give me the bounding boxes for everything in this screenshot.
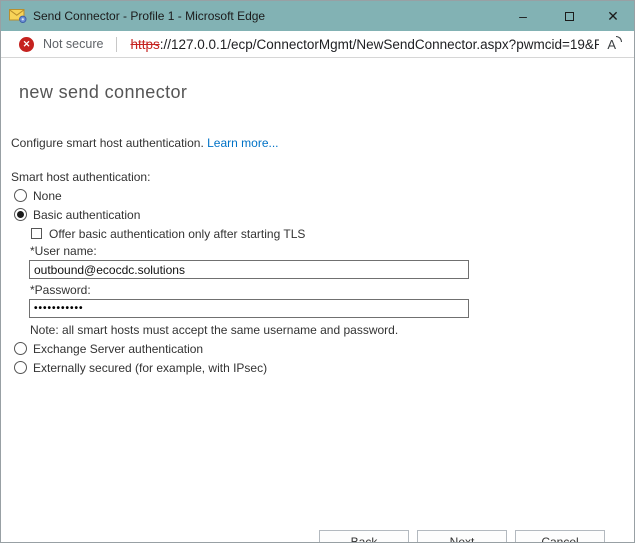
url-text[interactable]: https://127.0.0.1/ecp/ConnectorMgmt/NewS… [130, 37, 599, 52]
checkbox-label: Offer basic authentication only after st… [49, 227, 305, 241]
radio-label: Externally secured (for example, with IP… [33, 361, 267, 375]
address-bar: ✕ Not secure https://127.0.0.1/ecp/Conne… [1, 31, 634, 58]
wizard-footer-buttons: Back Next Cancel [319, 530, 605, 543]
page-title: new send connector [19, 82, 634, 102]
smart-host-note: Note: all smart hosts must accept the sa… [30, 323, 634, 337]
radio-option-exchange-server-authentication[interactable]: Exchange Server authentication [14, 341, 634, 356]
intro-line: Configure smart host authentication. Lea… [11, 136, 634, 150]
minimize-icon: – [519, 8, 527, 24]
not-secure-x-glyph: ✕ [23, 39, 31, 50]
radio-label: None [33, 189, 62, 203]
back-button[interactable]: Back [319, 530, 409, 543]
radio-label: Exchange Server authentication [33, 342, 203, 356]
username-label: *User name: [30, 244, 634, 258]
smart-host-auth-label: Smart host authentication: [11, 170, 634, 184]
minimize-button[interactable]: – [500, 1, 546, 31]
window-controls: – ✕ [500, 1, 634, 31]
close-button[interactable]: ✕ [592, 1, 634, 31]
url-rest: ://127.0.0.1/ecp/ConnectorMgmt/NewSendCo… [160, 37, 600, 52]
learn-more-link[interactable]: Learn more... [207, 136, 278, 150]
intro-text: Configure smart host authentication. [11, 136, 204, 150]
password-label: *Password: [30, 283, 634, 297]
close-icon: ✕ [607, 8, 619, 25]
radio-option-basic-authentication[interactable]: Basic authentication [14, 207, 634, 222]
offer-basic-auth-tls-checkbox[interactable]: Offer basic authentication only after st… [31, 227, 634, 240]
browser-window: Send Connector - Profile 1 - Microsoft E… [0, 0, 635, 543]
window-title: Send Connector - Profile 1 - Microsoft E… [33, 9, 265, 23]
radio-label: Basic authentication [33, 208, 140, 222]
radio-icon [14, 189, 27, 202]
radio-icon [14, 342, 27, 355]
radio-option-none[interactable]: None [14, 188, 634, 203]
password-input[interactable] [29, 299, 469, 318]
address-divider [116, 37, 117, 52]
title-bar: Send Connector - Profile 1 - Microsoft E… [1, 1, 634, 31]
radio-icon [14, 361, 27, 374]
maximize-icon [565, 12, 574, 21]
page-content: new send connector Configure smart host … [1, 82, 634, 543]
radio-selected-icon [14, 208, 27, 221]
not-secure-icon[interactable]: ✕ [19, 37, 34, 52]
next-button[interactable]: Next [417, 530, 507, 543]
send-connector-app-icon [9, 9, 27, 23]
url-scheme: https [130, 37, 159, 52]
not-secure-label[interactable]: Not secure [43, 37, 103, 51]
read-aloud-icon[interactable]: A [607, 37, 622, 52]
cancel-button[interactable]: Cancel [515, 530, 605, 543]
username-input[interactable] [29, 260, 469, 279]
maximize-button[interactable] [546, 1, 592, 31]
checkbox-icon [31, 228, 42, 239]
radio-option-externally-secured[interactable]: Externally secured (for example, with IP… [14, 360, 634, 375]
